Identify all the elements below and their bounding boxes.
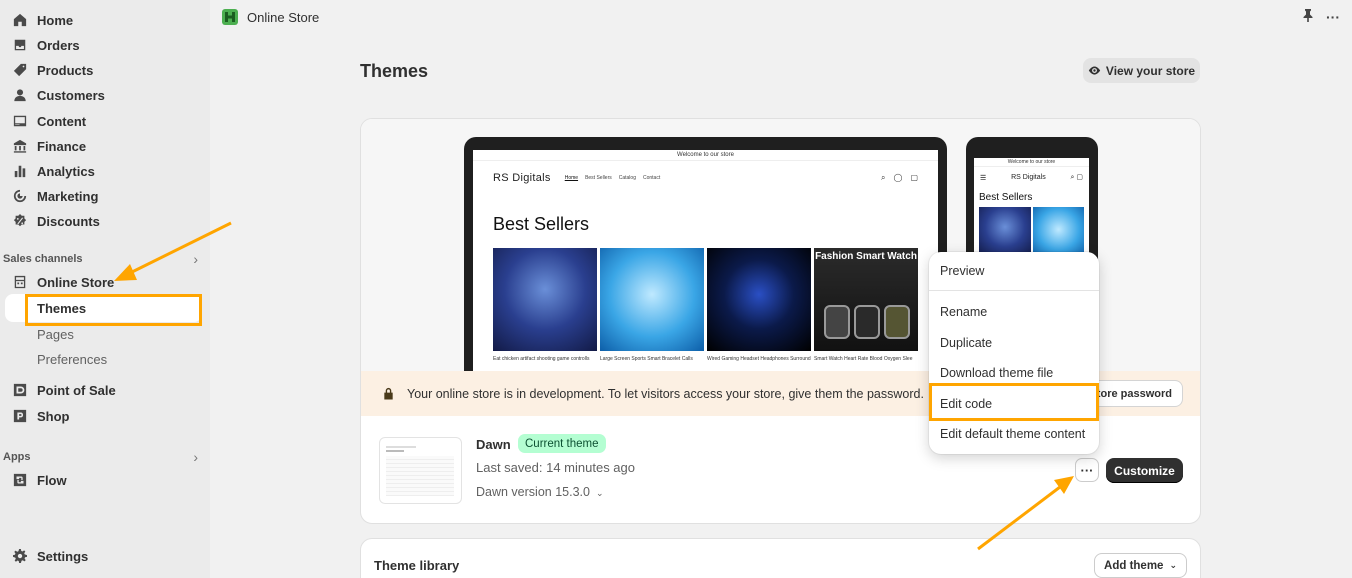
menu-item-duplicate[interactable]: Duplicate (940, 336, 992, 350)
sidebar-item-shop[interactable]: Shop (12, 405, 202, 427)
chevron-right-icon: › (193, 449, 198, 465)
tag-icon (12, 62, 28, 78)
menu-divider (929, 290, 1099, 291)
cart-icon: ▢ (910, 173, 918, 182)
theme-name: Dawn (476, 437, 511, 452)
product-image (979, 207, 1031, 257)
inbox-icon (12, 37, 28, 53)
last-saved-text: Last saved: 14 minutes ago (476, 460, 635, 475)
content-icon (12, 113, 28, 129)
lock-icon (384, 387, 393, 400)
current-theme-badge: Current theme (518, 434, 606, 453)
discount-icon (12, 213, 28, 229)
store-nav-link: Home (564, 175, 579, 181)
product-card: Eat chicken artifact shooting game contr… (493, 248, 597, 363)
hamburger-icon: ☰ (980, 174, 987, 182)
sidebar-item-customers[interactable]: Customers (12, 84, 202, 106)
product-image (1032, 207, 1084, 257)
sidebar-item-discounts[interactable]: Discounts (12, 210, 202, 232)
chevron-down-icon: ⌄ (595, 488, 604, 498)
pin-icon[interactable] (1302, 9, 1314, 25)
menu-item-download[interactable]: Download theme file (940, 366, 1053, 380)
menu-item-preview[interactable]: Preview (940, 264, 984, 278)
theme-actions-menu: Preview Rename Duplicate Download theme … (929, 252, 1099, 454)
menu-item-rename[interactable]: Rename (940, 305, 987, 319)
menu-item-edit-default-content[interactable]: Edit default theme content (940, 427, 1085, 441)
sidebar: Home Orders Products Customers Content F… (0, 0, 210, 578)
theme-library-card: Theme library Add theme ⌄ (360, 538, 1201, 578)
product-image (707, 248, 811, 351)
view-store-button[interactable]: View your store (1083, 58, 1200, 83)
sidebar-item-analytics[interactable]: Analytics (12, 160, 202, 182)
account-icon: ◯ (893, 173, 903, 182)
sidebar-item-point-of-sale[interactable]: Point of Sale (12, 379, 202, 401)
sidebar-item-settings[interactable]: Settings (12, 545, 202, 567)
shop-icon (12, 408, 28, 424)
sidebar-item-orders[interactable]: Orders (12, 34, 202, 56)
sidebar-item-products[interactable]: Products (12, 59, 202, 81)
theme-thumbnail (379, 437, 462, 504)
chevron-down-icon: ⌄ (1169, 560, 1177, 570)
sidebar-item-online-store[interactable]: Online Store (12, 271, 202, 293)
customize-button[interactable]: Customize (1106, 458, 1183, 483)
cart-icon: ⌕ ▢ (1070, 174, 1083, 181)
eye-icon (1088, 66, 1101, 75)
person-icon (12, 87, 28, 103)
sales-channels-section[interactable]: Sales channels › (3, 251, 198, 267)
theme-library-title: Theme library (374, 558, 460, 573)
online-store-logo-icon (222, 9, 238, 25)
store-nav-link: Catalog (618, 175, 636, 181)
store-password-button[interactable]: Store password (1085, 380, 1183, 407)
store-heading: Best Sellers (493, 214, 590, 234)
flow-icon (12, 472, 28, 488)
store-nav-link: Best Sellers (585, 175, 612, 181)
app-title: Online Store (247, 9, 320, 25)
more-icon[interactable]: ··· (1326, 9, 1340, 25)
gear-icon (12, 548, 28, 564)
store-icon (12, 274, 28, 290)
add-theme-button[interactable]: Add theme ⌄ (1094, 553, 1187, 578)
page-title: Themes (360, 61, 429, 81)
announcement-bar: Welcome to our store (473, 150, 938, 161)
store-brand: RS Digitals (493, 172, 551, 184)
product-card: Fashion Smart Watch Smart Watch Heart Ra… (814, 248, 918, 363)
highlight-edit-code-box (929, 383, 1099, 421)
search-icon: ⌕ (881, 173, 886, 182)
theme-version[interactable]: Dawn version 15.3.0 ⌄ (476, 485, 604, 499)
sidebar-item-flow[interactable]: Flow (12, 469, 202, 491)
sidebar-subitem-pages[interactable]: Pages (37, 327, 74, 342)
development-message: Your online store is in development. To … (407, 386, 924, 401)
sidebar-item-marketing[interactable]: Marketing (12, 185, 202, 207)
product-card: Wired Gaming Headset Headphones Surround (707, 248, 811, 363)
chart-bar-icon (12, 163, 28, 179)
sidebar-item-content[interactable]: Content (12, 110, 202, 132)
product-card: Large Screen Sports Smart Bracelet Calls (600, 248, 704, 363)
theme-actions-button[interactable]: ··· (1075, 458, 1099, 482)
product-image: Fashion Smart Watch (814, 248, 918, 351)
apps-section[interactable]: Apps › (3, 449, 198, 465)
product-image (493, 248, 597, 351)
store-nav-link: Contact (642, 175, 661, 181)
sidebar-item-home[interactable]: Home (12, 9, 202, 31)
top-bar: Online Store ··· (210, 0, 1352, 34)
desktop-preview: Welcome to our store RS Digitals Home Be… (464, 137, 947, 371)
highlight-themes-box (25, 294, 202, 326)
product-image (600, 248, 704, 351)
sidebar-item-finance[interactable]: Finance (12, 135, 202, 157)
target-icon (12, 188, 28, 204)
chevron-right-icon: › (193, 251, 198, 267)
home-icon (12, 12, 28, 28)
bank-icon (12, 138, 28, 154)
pos-icon (12, 382, 28, 398)
sidebar-subitem-preferences[interactable]: Preferences (37, 352, 107, 367)
